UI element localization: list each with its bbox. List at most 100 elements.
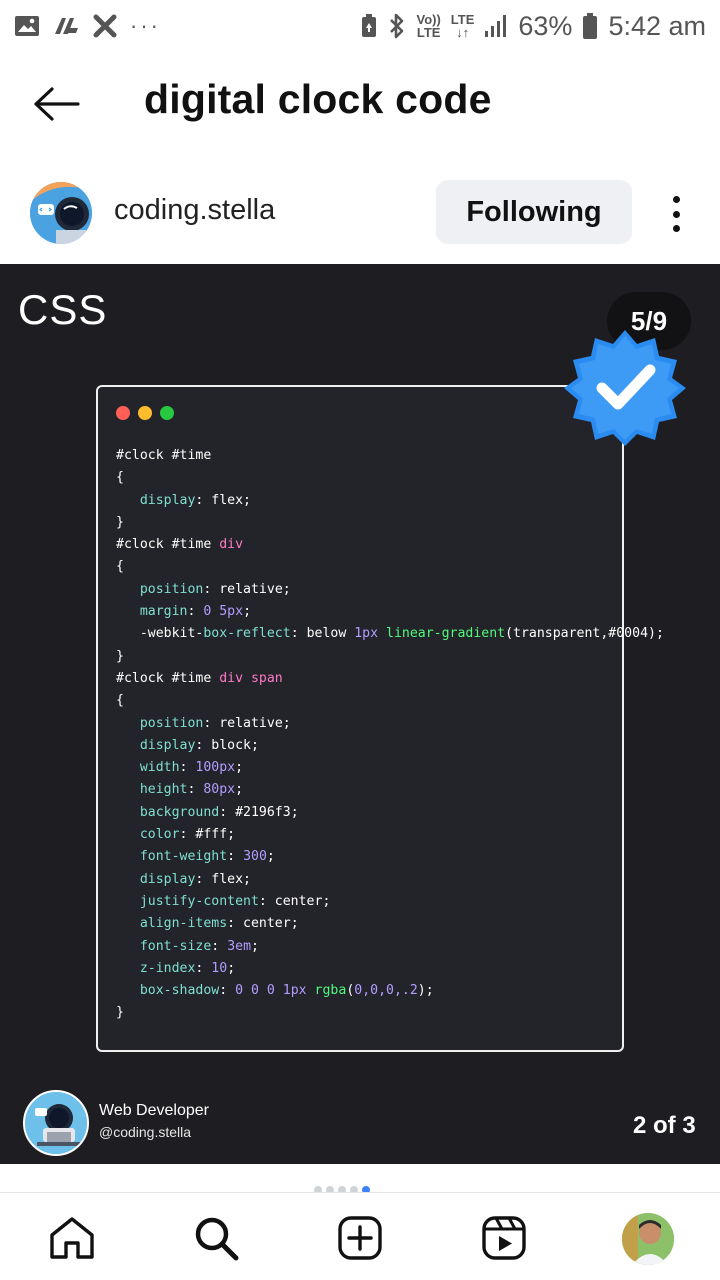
more-options-button[interactable] <box>660 190 692 238</box>
volte-icon: Vo)) LTE <box>416 13 440 39</box>
code-token: display <box>139 871 196 887</box>
nav-home-button[interactable] <box>47 1213 97 1263</box>
post-carousel-slide[interactable]: CSS 5/9 #clock #time{ display: flex;} #cl… <box>0 264 720 1164</box>
nav-search-button[interactable] <box>191 1213 241 1263</box>
clock-time: 5:42 am <box>608 10 706 41</box>
home-icon <box>50 1217 94 1259</box>
page-title: digital clock code <box>144 76 492 122</box>
code-token: font-size <box>139 938 212 954</box>
bottom-navigation <box>0 1192 720 1280</box>
status-bar-left: ··· <box>14 13 161 39</box>
code-token: ); <box>417 983 434 999</box>
code-token: rgba <box>314 983 347 999</box>
code-token: : <box>187 604 204 620</box>
status-bar-right: Vo)) LTE LTE ↓↑ 63% 5:42 am <box>360 11 706 42</box>
more-dot-icon <box>672 210 680 218</box>
code-line: } <box>116 512 664 534</box>
back-button[interactable] <box>30 82 82 126</box>
post-author-row: coding.stella Following <box>0 170 720 256</box>
status-bar: ··· Vo)) LTE LTE ↓↑ 63% 5:42 am <box>0 0 720 52</box>
minimize-dot-icon <box>138 406 152 420</box>
code-token: #clock #time <box>116 670 220 686</box>
code-token: display <box>139 737 196 753</box>
code-token: position <box>139 581 204 597</box>
search-icon <box>195 1217 239 1261</box>
code-token: 300 <box>243 849 267 865</box>
code-token: : below <box>290 626 355 642</box>
more-notifications-icon: ··· <box>130 13 161 38</box>
code-token: (transparent,#0004); <box>505 626 664 642</box>
nav-profile-button[interactable] <box>622 1213 674 1265</box>
code-token: box-reflect <box>203 626 291 642</box>
code-token: div <box>219 537 244 553</box>
bluetooth-icon <box>388 12 406 40</box>
code-token: ; <box>227 960 236 976</box>
code-line: position: relative; <box>116 713 664 735</box>
code-token: 0,0,0,.2 <box>354 983 418 999</box>
code-token: : center; <box>227 916 299 932</box>
nav-reels-button[interactable] <box>479 1213 529 1263</box>
slide-author-handle: @coding.stella <box>99 1124 192 1140</box>
code-token: : <box>179 760 196 776</box>
following-button[interactable]: Following <box>436 180 632 244</box>
code-token: : relative; <box>203 715 291 731</box>
code-token: : <box>219 983 236 999</box>
more-dot-icon <box>672 196 680 203</box>
code-line: position: relative; <box>116 579 664 601</box>
code-token: ; <box>266 849 275 865</box>
code-token: justify-content <box>139 893 259 909</box>
code-token: : <box>195 960 212 976</box>
author-username[interactable]: coding.stella <box>114 194 275 227</box>
code-token: : flex; <box>195 871 251 887</box>
css-code-block: #clock #time{ display: flex;} #clock #tim… <box>116 445 664 1025</box>
code-token: 0 5px <box>203 604 244 620</box>
signal-icon <box>484 13 508 39</box>
battery-saver-icon <box>360 13 378 39</box>
astronaut-laptop-icon <box>25 1092 87 1154</box>
top-header: digital clock code <box>0 52 720 156</box>
code-line: display: block; <box>116 735 664 757</box>
code-token: color <box>139 827 180 843</box>
slide-author-avatar <box>23 1090 89 1156</box>
code-token: 0 0 0 1px <box>235 983 307 999</box>
code-token: : <box>227 849 244 865</box>
create-post-icon <box>338 1216 382 1260</box>
code-token: #clock #time <box>116 448 212 463</box>
code-token: 10 <box>211 960 228 976</box>
app-icon <box>52 14 80 38</box>
author-avatar[interactable] <box>30 182 92 244</box>
battery-icon <box>582 12 598 40</box>
code-token: } <box>116 648 124 664</box>
code-token: linear-gradient <box>386 626 506 642</box>
code-token: div span <box>219 670 283 686</box>
code-line: #clock #time div <box>116 534 664 556</box>
code-line: z-index: 10; <box>116 958 664 980</box>
code-token: ; <box>235 760 244 776</box>
code-token: : <box>211 938 228 954</box>
code-token: font-weight <box>139 849 228 865</box>
reels-icon <box>482 1216 526 1260</box>
code-token: } <box>116 514 124 530</box>
code-token: ; <box>251 938 259 954</box>
code-token: z-index <box>139 960 196 976</box>
code-token: : relative; <box>203 581 291 597</box>
nav-create-button[interactable] <box>335 1213 385 1263</box>
code-token: : #fff; <box>179 827 236 843</box>
code-token: ; <box>235 782 244 798</box>
code-line: display: flex; <box>116 490 664 512</box>
battery-percent: 63% <box>518 10 573 41</box>
verified-badge-icon <box>564 330 686 446</box>
